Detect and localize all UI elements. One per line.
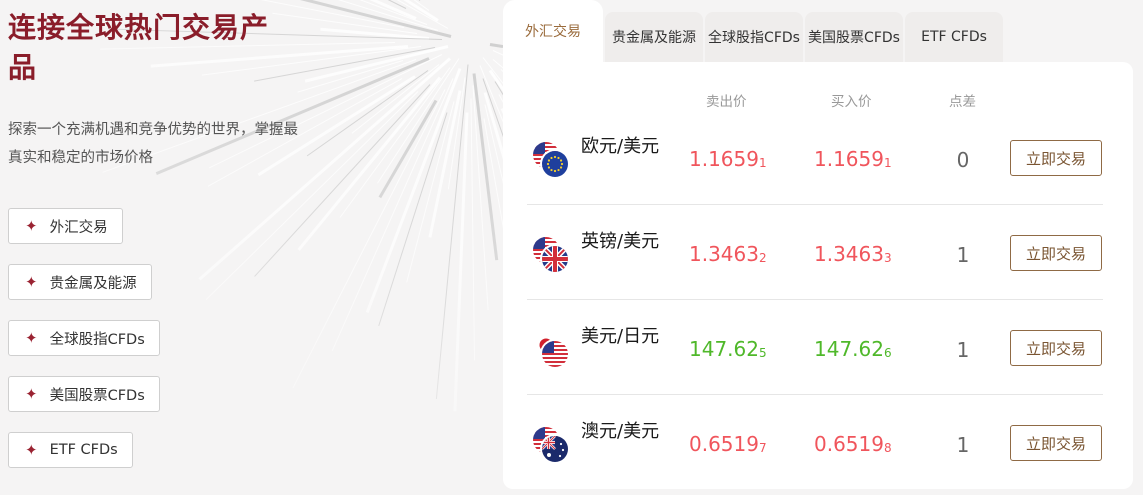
uk-flag-icon xyxy=(542,246,568,272)
currency-flags xyxy=(533,427,569,463)
quotes-panel: 外汇交易 贵金属及能源 全球股指CFDs 美国股票CFDs ETF CFDs 卖… xyxy=(503,0,1137,490)
sparkle-icon: ✦ xyxy=(25,217,38,235)
trade-now-button[interactable]: 立即交易 xyxy=(1010,140,1102,176)
spread-value: 1 xyxy=(956,433,970,457)
trade-now-button[interactable]: 立即交易 xyxy=(1010,330,1102,366)
header-spread: 点差 xyxy=(949,94,976,110)
category-label: 美国股票CFDs xyxy=(49,387,145,404)
buy-price: 1.34633 xyxy=(814,242,892,266)
category-button-us-stocks[interactable]: ✦ 美国股票CFDs xyxy=(8,376,160,412)
buy-price: 0.65198 xyxy=(814,432,892,456)
page-headline: 连接全球热门交易产品 xyxy=(8,11,270,84)
sell-price: 1.16591 xyxy=(689,147,767,171)
tab-forex[interactable]: 外汇交易 xyxy=(503,0,603,62)
sparkle-icon: ✦ xyxy=(25,385,38,403)
category-label: 全球股指CFDs xyxy=(49,331,145,348)
trade-now-button[interactable]: 立即交易 xyxy=(1010,425,1102,461)
sell-price: 147.625 xyxy=(689,337,767,361)
quotes-table: 卖出价 买入价 点差 欧元/美元 1.16591 1.16591 0 立即交易 xyxy=(503,62,1133,489)
trade-now-button[interactable]: 立即交易 xyxy=(1010,235,1102,271)
currency-pair: 欧元/美元 xyxy=(581,136,660,157)
tab-metals-energy[interactable]: 贵金属及能源 xyxy=(605,12,703,62)
au-flag-icon xyxy=(542,436,568,462)
table-header: 卖出价 买入价 点差 xyxy=(503,90,1133,110)
buy-price: 1.16591 xyxy=(814,147,892,171)
spread-value: 1 xyxy=(956,338,970,362)
currency-pair: 美元/日元 xyxy=(581,326,660,347)
sell-price: 1.34632 xyxy=(689,242,767,266)
currency-pair: 澳元/美元 xyxy=(581,421,660,442)
sparkle-icon: ✦ xyxy=(25,273,38,291)
currency-flags xyxy=(533,142,569,178)
sparkle-icon: ✦ xyxy=(25,329,38,347)
buy-price: 147.626 xyxy=(814,337,892,361)
sparkle-icon: ✦ xyxy=(25,441,38,459)
currency-flags xyxy=(533,332,569,368)
currency-flags xyxy=(533,237,569,273)
tab-us-stocks[interactable]: 美国股票CFDs xyxy=(805,12,903,62)
category-label: ETF CFDs xyxy=(49,442,118,458)
tab-etf[interactable]: ETF CFDs xyxy=(905,12,1003,62)
category-button-metals-energy[interactable]: ✦ 贵金属及能源 xyxy=(8,264,152,300)
header-sell: 卖出价 xyxy=(706,94,747,110)
sell-price: 0.65197 xyxy=(689,432,767,456)
table-row: 澳元/美元 0.65197 0.65198 1 立即交易 xyxy=(503,395,1133,490)
table-row: 欧元/美元 1.16591 1.16591 0 立即交易 xyxy=(503,110,1133,205)
table-row: 英镑/美元 1.34632 1.34633 1 立即交易 xyxy=(503,205,1133,300)
table-body: 欧元/美元 1.16591 1.16591 0 立即交易 英镑/美元 1.346… xyxy=(503,110,1133,490)
category-button-indices[interactable]: ✦ 全球股指CFDs xyxy=(8,320,160,356)
category-list: ✦ 外汇交易 ✦ 贵金属及能源 ✦ 全球股指CFDs ✦ 美国股票CFDs ✦ ETF C… xyxy=(8,208,160,488)
spread-value: 0 xyxy=(956,148,970,172)
category-label: 贵金属及能源 xyxy=(49,275,137,292)
category-button-etf[interactable]: ✦ ETF CFDs xyxy=(8,432,133,468)
page-description: 探索一个充满机遇和竞争优势的世界，掌握最真实和稳定的市场价格 xyxy=(8,122,298,166)
product-tabs: 外汇交易 贵金属及能源 全球股指CFDs 美国股票CFDs ETF CFDs xyxy=(503,0,1005,62)
us-flag-icon xyxy=(542,341,568,367)
header-buy: 买入价 xyxy=(831,94,872,110)
currency-pair: 英镑/美元 xyxy=(581,231,660,252)
intro-section: 连接全球热门交易产品 探索一个充满机遇和竞争优势的世界，掌握最真实和稳定的市场价… xyxy=(8,8,308,468)
eu-flag-icon xyxy=(542,151,568,177)
category-button-forex[interactable]: ✦ 外汇交易 xyxy=(8,208,123,244)
table-row: 美元/日元 147.625 147.626 1 立即交易 xyxy=(503,300,1133,395)
category-label: 外汇交易 xyxy=(49,219,108,236)
tab-indices[interactable]: 全球股指CFDs xyxy=(705,12,803,62)
spread-value: 1 xyxy=(956,243,970,267)
